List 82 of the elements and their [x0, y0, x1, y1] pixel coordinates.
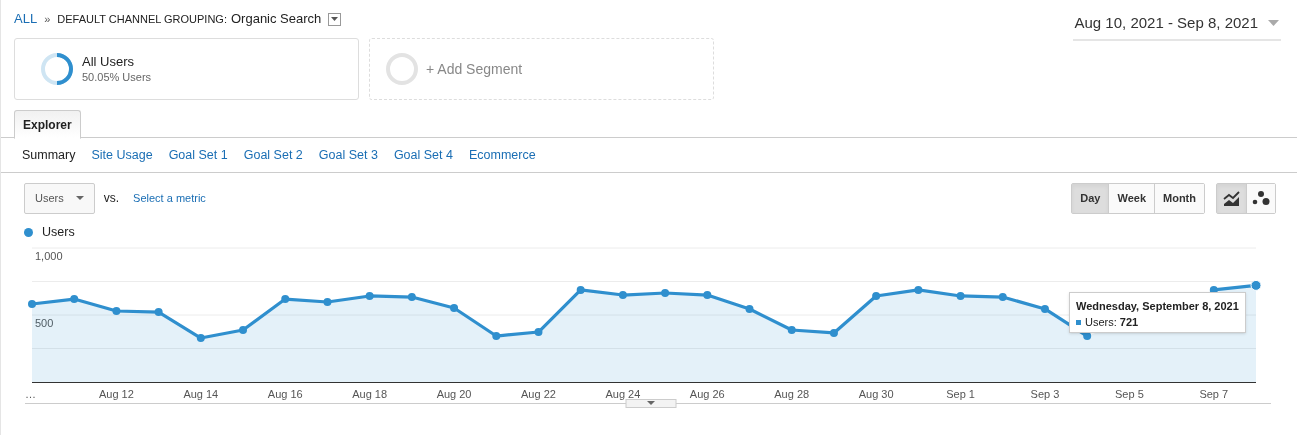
metric-dropdown[interactable]: Users: [24, 182, 95, 214]
caret-icon: [75, 196, 84, 200]
x-axis-label: Aug 18: [352, 388, 388, 400]
x-axis-label: Aug 24: [605, 388, 641, 400]
data-point: [492, 332, 501, 341]
tab[interactable]: Explorer: [14, 110, 81, 139]
data-point: [576, 285, 585, 294]
segment-card[interactable]: All Users 50.05% Users: [14, 38, 359, 100]
breadcrumb-link[interactable]: ALL: [14, 9, 38, 29]
data-point: [787, 326, 796, 334]
line-chart-button[interactable]: [1217, 183, 1246, 213]
x-axis-label: Aug 12: [99, 388, 134, 400]
report-tab[interactable]: Summary: [22, 145, 76, 165]
x-axis-label: Sep 1: [946, 388, 975, 400]
data-point: [70, 295, 79, 304]
data-point: [154, 308, 163, 317]
bubbles-icon: [1252, 190, 1270, 206]
breadcrumb-separator: »: [44, 11, 51, 27]
line-chart-icon: [1223, 190, 1240, 206]
data-point: [998, 293, 1007, 302]
granularity-button[interactable]: Week: [1108, 183, 1154, 213]
scroll-handle[interactable]: [625, 399, 677, 408]
granularity-button[interactable]: Month: [1154, 183, 1204, 213]
data-point: [618, 291, 627, 300]
x-axis-label: Sep 7: [1199, 388, 1229, 400]
segment-title: All Users: [82, 54, 135, 70]
tooltip-value: Users: 721: [1085, 315, 1139, 329]
donut-icon: [40, 52, 74, 86]
x-axis-label: Sep 5: [1115, 388, 1144, 400]
report-tab[interactable]: Goal Set 2: [243, 145, 303, 165]
x-axis-label: Aug 16: [267, 388, 303, 400]
data-point: [1083, 332, 1092, 341]
legend-label: Users: [42, 223, 75, 241]
dropdown-button[interactable]: [328, 12, 342, 26]
dimension-label: DEFAULT CHANNEL GROUPING:: [57, 11, 227, 27]
data-point: [1250, 279, 1262, 291]
x-axis-label: Aug 26: [689, 388, 725, 400]
caret-icon: [331, 17, 339, 21]
x-axis-label: Aug 22: [521, 388, 556, 400]
report-tab[interactable]: Ecommerce: [468, 145, 536, 165]
caret-icon: [1268, 20, 1279, 27]
segment-subtitle: 50.05% Users: [82, 70, 152, 84]
data-point: [281, 295, 290, 304]
y-axis-label: 500: [35, 317, 54, 329]
x-axis-label: Aug 14: [183, 388, 219, 400]
data-point: [450, 304, 459, 313]
x-axis-label: Sep 3: [1030, 388, 1060, 400]
report-tab[interactable]: Site Usage: [91, 145, 153, 165]
report-tab[interactable]: Goal Set 3: [318, 145, 378, 165]
bubble-chart-button[interactable]: [1246, 183, 1275, 213]
y-axis-label: 1,000: [35, 250, 63, 262]
data-point: [196, 334, 205, 343]
tooltip-title: Wednesday, September 8, 2021: [1076, 299, 1239, 313]
data-point: [28, 300, 36, 308]
data-point: [956, 291, 965, 300]
data-point: [323, 298, 332, 306]
circle-icon: [386, 53, 418, 85]
vs-label: vs.: [103, 190, 120, 207]
data-point: [365, 291, 374, 300]
data-point: [703, 291, 712, 300]
series-swatch: [1076, 319, 1081, 325]
x-axis-label: Aug 28: [774, 388, 810, 400]
x-axis-label: …: [25, 388, 36, 400]
data-point: [829, 328, 838, 337]
add-segment-button[interactable]: + Add Segment: [369, 38, 714, 100]
x-axis-label: Aug 20: [436, 388, 472, 400]
data-point: [872, 291, 881, 300]
report-tab[interactable]: Goal Set 4: [393, 145, 453, 165]
select-metric-link[interactable]: Select a metric: [133, 189, 206, 207]
data-point: [112, 307, 121, 315]
data-point: [745, 304, 754, 313]
data-point: [407, 293, 416, 302]
data-point: [239, 326, 248, 334]
date-range-picker[interactable]: Aug 10, 2021 - Sep 8, 2021: [1072, 12, 1281, 41]
report-tab[interactable]: Goal Set 1: [168, 145, 228, 165]
data-point: [661, 289, 670, 297]
dimension-value: Organic Search: [231, 10, 322, 29]
data-point: [534, 328, 543, 336]
x-axis-label: Aug 30: [858, 388, 894, 400]
granularity-button[interactable]: Day: [1072, 183, 1109, 213]
data-point: [1040, 304, 1049, 313]
data-point: [914, 285, 923, 294]
